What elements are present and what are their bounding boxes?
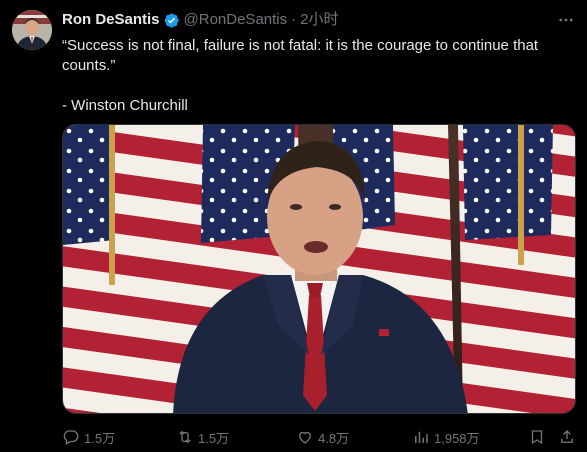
tweet-media[interactable] [62,124,576,414]
more-options-icon [559,18,573,22]
like-button[interactable]: 4.8万 [296,426,349,448]
tweet-actions: 1.5万 1.5万 4.8万 1,958万 [62,426,582,448]
author-handle[interactable]: @RonDeSantis [184,11,288,29]
more-options-button[interactable] [555,9,577,31]
tweet-quote: “Success is not final, failure is not fa… [62,37,539,74]
reply-icon [63,430,79,445]
repost-icon [179,430,191,444]
bookmark-icon [531,430,543,445]
reply-count: 1.5万 [84,430,116,446]
author-avatar[interactable] [12,10,52,50]
views-chart-icon [415,431,428,443]
author-name[interactable]: Ron DeSantis [62,11,160,29]
tweet-text: “Success is not final, failure is not fa… [62,36,572,116]
views-button[interactable]: 1,958万 [412,426,480,448]
reply-button[interactable]: 1.5万 [62,426,115,448]
tweet-header: Ron DeSantis @RonDeSantis · 2小时 [62,11,338,29]
text-spacer [62,76,572,96]
share-icon [561,430,573,443]
video-frame-image [63,125,575,413]
like-count: 4.8万 [318,430,350,446]
bookmark-button[interactable] [528,426,550,448]
separator-dot: · [291,11,297,28]
verified-badge-icon [164,13,179,28]
views-count: 1,958万 [434,430,480,446]
share-button[interactable] [558,426,580,448]
repost-count: 1.5万 [198,430,230,446]
tweet-timestamp[interactable]: 2小时 [300,11,338,29]
heart-icon [299,431,311,444]
tweet-attribution: - Winston Churchill [62,97,188,114]
repost-button[interactable]: 1.5万 [176,426,229,448]
